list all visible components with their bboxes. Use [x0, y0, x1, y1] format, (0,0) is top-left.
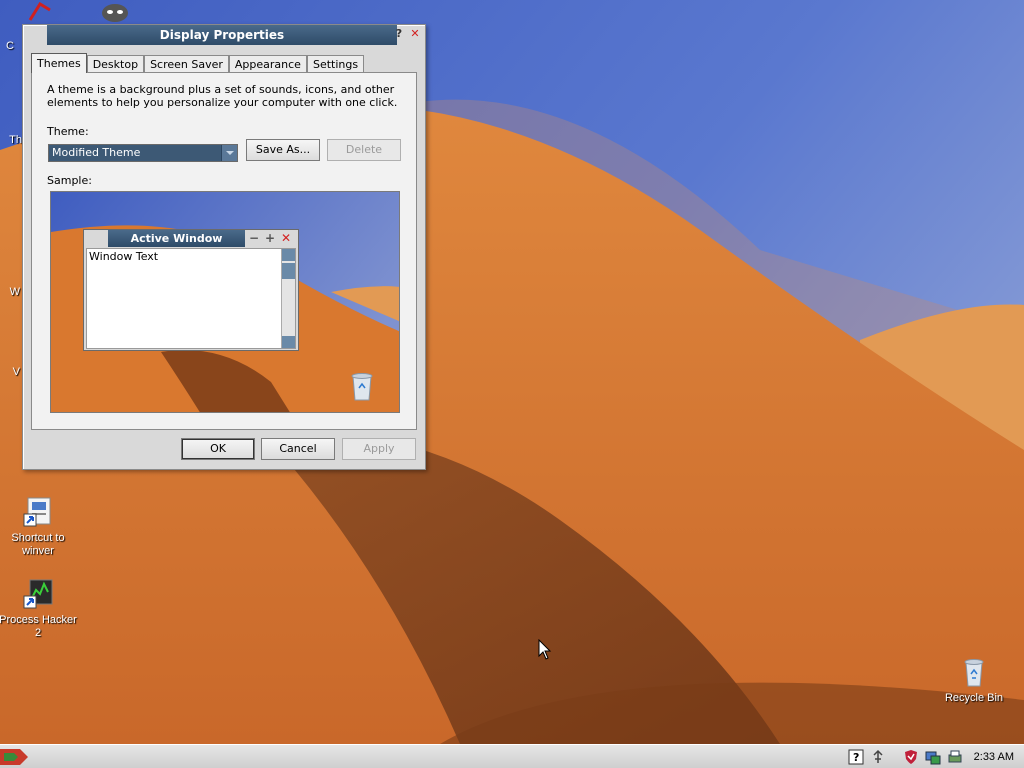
- partial-desktop-label: C: [6, 40, 14, 52]
- sample-recycle-bin-icon: [349, 370, 375, 402]
- scroll-thumb: [282, 263, 295, 279]
- sample-scrollbar: [281, 249, 295, 348]
- tab-appearance[interactable]: Appearance: [228, 55, 307, 73]
- mouse-cursor-icon: [538, 638, 552, 664]
- tab-screen-saver[interactable]: Screen Saver: [144, 55, 229, 73]
- start-button[interactable]: [0, 745, 36, 768]
- printer-icon[interactable]: [947, 749, 963, 765]
- tab-settings[interactable]: Settings: [306, 55, 365, 73]
- cancel-button[interactable]: Cancel: [261, 438, 335, 460]
- ok-button[interactable]: OK: [181, 438, 255, 460]
- partial-desktop-icon-1[interactable]: [26, 1, 56, 22]
- theme-select-value: Modified Theme: [50, 146, 220, 160]
- sample-active-window: Active Window − + ✕ Window Text: [83, 229, 299, 351]
- maximize-icon: +: [264, 231, 276, 245]
- themes-description: A theme is a background plus a set of so…: [47, 83, 398, 109]
- partial-desktop-icon-2[interactable]: [100, 2, 130, 24]
- theme-sample-preview: Active Window − + ✕ Window Text: [50, 191, 400, 413]
- sample-window-text: Window Text: [89, 250, 159, 263]
- tab-themes[interactable]: Themes: [31, 53, 87, 73]
- taskbar: ? 2:33 AM: [0, 744, 1024, 768]
- themes-tab-panel: A theme is a background plus a set of so…: [31, 72, 417, 430]
- delete-button[interactable]: Delete: [327, 139, 401, 161]
- desktop-icon-process-hacker[interactable]: Process Hacker 2: [0, 578, 78, 640]
- system-tray: ? 2:33 AM: [845, 747, 1024, 767]
- taskbar-clock[interactable]: 2:33 AM: [974, 751, 1014, 763]
- desktop-icon-label: Process Hacker 2: [0, 614, 77, 639]
- dialog-title-bar[interactable]: Display Properties: [47, 25, 397, 45]
- desktop-icon-label: Shortcut to winver: [11, 532, 65, 557]
- display-properties-dialog: Display Properties ? ✕ Themes Desktop Sc…: [22, 24, 426, 470]
- svg-text:?: ?: [853, 751, 859, 764]
- scroll-down-icon: [282, 336, 295, 348]
- apply-button[interactable]: Apply: [342, 438, 416, 460]
- scroll-up-icon: [282, 249, 295, 261]
- partial-desktop-label: V: [12, 366, 20, 378]
- tab-strip: Themes Desktop Screen Saver Appearance S…: [31, 53, 365, 73]
- close-button[interactable]: ✕: [408, 27, 422, 41]
- network-icon[interactable]: [870, 749, 886, 765]
- desktop-icon-label: Recycle Bin: [944, 692, 1004, 704]
- theme-select[interactable]: Modified Theme: [48, 144, 238, 162]
- sample-label: Sample:: [47, 174, 92, 187]
- help-icon[interactable]: ?: [848, 749, 864, 765]
- tab-desktop[interactable]: Desktop: [86, 55, 145, 73]
- sample-window-title: Active Window: [108, 230, 245, 247]
- desktop-icon-winver[interactable]: Shortcut to winver: [0, 496, 78, 558]
- theme-label: Theme:: [47, 125, 89, 138]
- save-as-button[interactable]: Save As...: [246, 139, 320, 161]
- dialog-title: Display Properties: [159, 28, 285, 42]
- close-icon: ✕: [280, 231, 292, 245]
- recycle-bin-icon: [958, 656, 990, 688]
- help-button[interactable]: ?: [392, 27, 406, 41]
- process-hacker-icon: [22, 578, 54, 610]
- chevron-down-icon[interactable]: [221, 145, 237, 161]
- winver-shortcut-icon: [22, 496, 54, 528]
- computer-icon[interactable]: [925, 749, 941, 765]
- minimize-icon: −: [248, 231, 260, 245]
- partial-desktop-label: Th: [9, 134, 22, 146]
- sample-window-body: Window Text: [86, 248, 296, 349]
- desktop-icon-recycle-bin[interactable]: Recycle Bin: [934, 656, 1014, 705]
- security-shield-icon[interactable]: [903, 749, 919, 765]
- partial-desktop-label: W: [9, 286, 20, 298]
